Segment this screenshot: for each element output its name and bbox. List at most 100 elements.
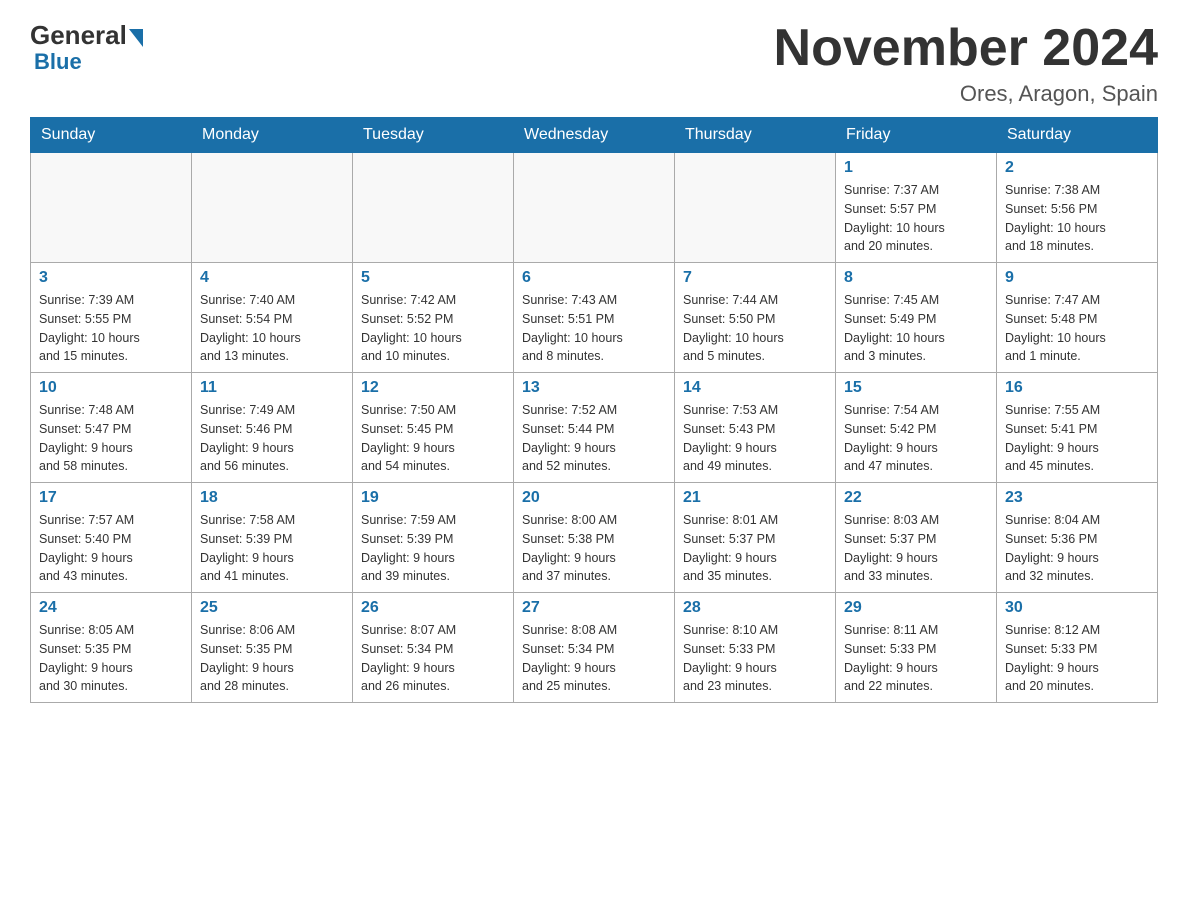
day-number: 8 <box>844 269 988 287</box>
calendar-cell <box>31 153 192 263</box>
day-number: 16 <box>1005 379 1149 397</box>
day-number: 29 <box>844 599 988 617</box>
day-number: 20 <box>522 489 666 507</box>
day-info: Sunrise: 8:11 AMSunset: 5:33 PMDaylight:… <box>844 621 988 696</box>
logo: General Blue <box>30 20 143 75</box>
day-info: Sunrise: 7:43 AMSunset: 5:51 PMDaylight:… <box>522 291 666 366</box>
calendar-cell: 25Sunrise: 8:06 AMSunset: 5:35 PMDayligh… <box>192 593 353 703</box>
page-header: General Blue November 2024 Ores, Aragon,… <box>30 20 1158 107</box>
day-info: Sunrise: 7:59 AMSunset: 5:39 PMDaylight:… <box>361 511 505 586</box>
day-info: Sunrise: 7:53 AMSunset: 5:43 PMDaylight:… <box>683 401 827 476</box>
calendar-cell: 15 Sunrise: 7:54 AMSunset: 5:42 PMDayligh… <box>836 373 997 483</box>
day-number: 17 <box>39 489 183 507</box>
calendar-cell: 2Sunrise: 7:38 AMSunset: 5:56 PMDaylight… <box>997 153 1158 263</box>
calendar-table: SundayMondayTuesdayWednesdayThursdayFrid… <box>30 117 1158 703</box>
calendar-cell: 24Sunrise: 8:05 AMSunset: 5:35 PMDayligh… <box>31 593 192 703</box>
calendar-cell: 10 Sunrise: 7:48 AMSunset: 5:47 PMDayligh… <box>31 373 192 483</box>
day-info: Sunrise: 8:05 AMSunset: 5:35 PMDaylight:… <box>39 621 183 696</box>
calendar-cell <box>192 153 353 263</box>
day-info: Sunrise: 7:37 AMSunset: 5:57 PMDaylight:… <box>844 181 988 256</box>
day-number: 12 <box>361 379 505 397</box>
day-info: Sunrise: 7:48 AMSunset: 5:47 PMDaylight:… <box>39 401 183 476</box>
weekday-header-saturday: Saturday <box>997 118 1158 153</box>
day-number: 23 <box>1005 489 1149 507</box>
day-info: Sunrise: 7:39 AMSunset: 5:55 PMDaylight:… <box>39 291 183 366</box>
calendar-cell: 4 Sunrise: 7:40 AMSunset: 5:54 PMDaylight… <box>192 263 353 373</box>
day-info: Sunrise: 7:49 AMSunset: 5:46 PMDaylight:… <box>200 401 344 476</box>
calendar-cell: 26 Sunrise: 8:07 AMSunset: 5:34 PMDayligh… <box>353 593 514 703</box>
day-info: Sunrise: 8:08 AMSunset: 5:34 PMDaylight:… <box>522 621 666 696</box>
day-number: 21 <box>683 489 827 507</box>
calendar-cell <box>514 153 675 263</box>
day-number: 15 <box>844 379 988 397</box>
day-number: 27 <box>522 599 666 617</box>
day-info: Sunrise: 7:58 AMSunset: 5:39 PMDaylight:… <box>200 511 344 586</box>
calendar-week-2: 3 Sunrise: 7:39 AMSunset: 5:55 PMDaylight… <box>31 263 1158 373</box>
calendar-cell: 20 Sunrise: 8:00 AMSunset: 5:38 PMDayligh… <box>514 483 675 593</box>
day-info: Sunrise: 8:12 AMSunset: 5:33 PMDaylight:… <box>1005 621 1149 696</box>
calendar-cell: 23 Sunrise: 8:04 AMSunset: 5:36 PMDayligh… <box>997 483 1158 593</box>
day-number: 26 <box>361 599 505 617</box>
calendar-body: 1 Sunrise: 7:37 AMSunset: 5:57 PMDaylight… <box>31 153 1158 703</box>
calendar-cell: 3 Sunrise: 7:39 AMSunset: 5:55 PMDaylight… <box>31 263 192 373</box>
day-info: Sunrise: 7:40 AMSunset: 5:54 PMDaylight:… <box>200 291 344 366</box>
day-info: Sunrise: 7:47 AMSunset: 5:48 PMDaylight:… <box>1005 291 1149 366</box>
calendar-cell: 12 Sunrise: 7:50 AMSunset: 5:45 PMDayligh… <box>353 373 514 483</box>
day-number: 3 <box>39 269 183 287</box>
calendar-cell: 11 Sunrise: 7:49 AMSunset: 5:46 PMDayligh… <box>192 373 353 483</box>
calendar-header: SundayMondayTuesdayWednesdayThursdayFrid… <box>31 118 1158 153</box>
calendar-cell: 7Sunrise: 7:44 AMSunset: 5:50 PMDaylight… <box>675 263 836 373</box>
month-title: November 2024 <box>774 20 1158 77</box>
calendar-week-3: 10 Sunrise: 7:48 AMSunset: 5:47 PMDayligh… <box>31 373 1158 483</box>
day-number: 1 <box>844 159 988 177</box>
weekday-header-row: SundayMondayTuesdayWednesdayThursdayFrid… <box>31 118 1158 153</box>
day-info: Sunrise: 8:04 AMSunset: 5:36 PMDaylight:… <box>1005 511 1149 586</box>
weekday-header-sunday: Sunday <box>31 118 192 153</box>
weekday-header-friday: Friday <box>836 118 997 153</box>
day-info: Sunrise: 7:38 AMSunset: 5:56 PMDaylight:… <box>1005 181 1149 256</box>
weekday-header-tuesday: Tuesday <box>353 118 514 153</box>
calendar-cell: 19Sunrise: 7:59 AMSunset: 5:39 PMDayligh… <box>353 483 514 593</box>
day-number: 13 <box>522 379 666 397</box>
day-info: Sunrise: 7:52 AMSunset: 5:44 PMDaylight:… <box>522 401 666 476</box>
calendar-cell: 30Sunrise: 8:12 AMSunset: 5:33 PMDayligh… <box>997 593 1158 703</box>
day-number: 10 <box>39 379 183 397</box>
day-number: 28 <box>683 599 827 617</box>
calendar-cell <box>353 153 514 263</box>
day-info: Sunrise: 7:57 AMSunset: 5:40 PMDaylight:… <box>39 511 183 586</box>
day-number: 9 <box>1005 269 1149 287</box>
logo-blue-text: Blue <box>34 49 82 75</box>
logo-triangle-icon <box>129 29 143 47</box>
calendar-cell: 5 Sunrise: 7:42 AMSunset: 5:52 PMDaylight… <box>353 263 514 373</box>
calendar-cell: 13 Sunrise: 7:52 AMSunset: 5:44 PMDayligh… <box>514 373 675 483</box>
calendar-week-4: 17 Sunrise: 7:57 AMSunset: 5:40 PMDayligh… <box>31 483 1158 593</box>
day-number: 14 <box>683 379 827 397</box>
day-info: Sunrise: 7:44 AMSunset: 5:50 PMDaylight:… <box>683 291 827 366</box>
calendar-cell: 8 Sunrise: 7:45 AMSunset: 5:49 PMDaylight… <box>836 263 997 373</box>
calendar-cell: 27 Sunrise: 8:08 AMSunset: 5:34 PMDayligh… <box>514 593 675 703</box>
calendar-cell: 28Sunrise: 8:10 AMSunset: 5:33 PMDayligh… <box>675 593 836 703</box>
day-number: 5 <box>361 269 505 287</box>
day-info: Sunrise: 7:42 AMSunset: 5:52 PMDaylight:… <box>361 291 505 366</box>
calendar-cell: 9 Sunrise: 7:47 AMSunset: 5:48 PMDaylight… <box>997 263 1158 373</box>
weekday-header-thursday: Thursday <box>675 118 836 153</box>
calendar-cell <box>675 153 836 263</box>
calendar-cell: 29 Sunrise: 8:11 AMSunset: 5:33 PMDayligh… <box>836 593 997 703</box>
day-info: Sunrise: 7:50 AMSunset: 5:45 PMDaylight:… <box>361 401 505 476</box>
calendar-cell: 17 Sunrise: 7:57 AMSunset: 5:40 PMDayligh… <box>31 483 192 593</box>
day-info: Sunrise: 7:45 AMSunset: 5:49 PMDaylight:… <box>844 291 988 366</box>
day-info: Sunrise: 8:03 AMSunset: 5:37 PMDaylight:… <box>844 511 988 586</box>
day-info: Sunrise: 8:07 AMSunset: 5:34 PMDaylight:… <box>361 621 505 696</box>
day-number: 11 <box>200 379 344 397</box>
calendar-cell: 22Sunrise: 8:03 AMSunset: 5:37 PMDayligh… <box>836 483 997 593</box>
title-area: November 2024 Ores, Aragon, Spain <box>774 20 1158 107</box>
day-info: Sunrise: 8:06 AMSunset: 5:35 PMDaylight:… <box>200 621 344 696</box>
calendar-cell: 1 Sunrise: 7:37 AMSunset: 5:57 PMDaylight… <box>836 153 997 263</box>
location-text: Ores, Aragon, Spain <box>774 81 1158 107</box>
day-number: 4 <box>200 269 344 287</box>
day-info: Sunrise: 8:00 AMSunset: 5:38 PMDaylight:… <box>522 511 666 586</box>
day-info: Sunrise: 7:54 AMSunset: 5:42 PMDaylight:… <box>844 401 988 476</box>
day-info: Sunrise: 7:55 AMSunset: 5:41 PMDaylight:… <box>1005 401 1149 476</box>
logo-general-text: General <box>30 20 127 51</box>
calendar-week-5: 24Sunrise: 8:05 AMSunset: 5:35 PMDayligh… <box>31 593 1158 703</box>
